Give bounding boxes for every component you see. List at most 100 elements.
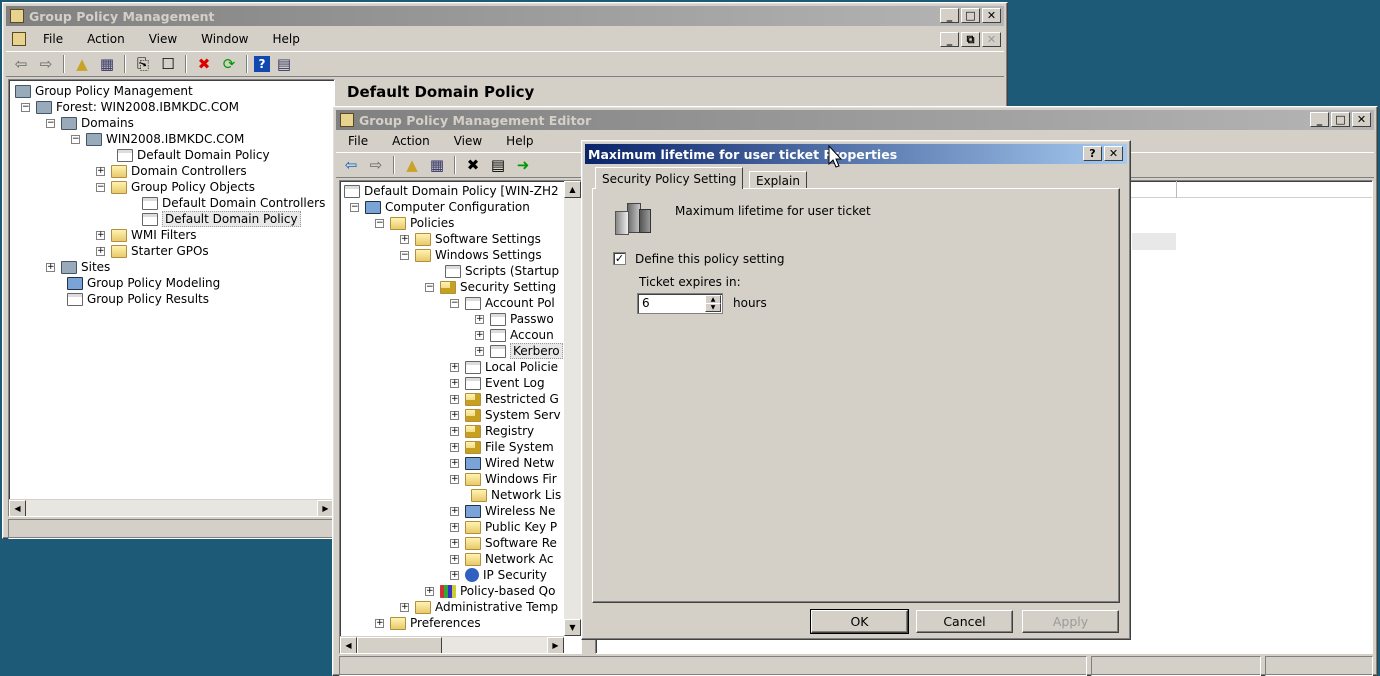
tab-security-policy-setting[interactable]: Security Policy Setting bbox=[595, 167, 744, 189]
show-tree-icon[interactable]: ▦ bbox=[96, 54, 118, 74]
tree-item-default-domain-policy[interactable]: Default Domain Policy bbox=[142, 211, 301, 227]
editor-menu-help[interactable]: Help bbox=[494, 134, 545, 148]
collapse-icon[interactable]: − bbox=[350, 202, 359, 212]
tree-item-network-list[interactable]: Network Lis bbox=[471, 487, 561, 503]
scroll-left-button[interactable]: ◀ bbox=[340, 637, 357, 653]
tree-item-computer-config[interactable]: − Computer Configuration bbox=[350, 199, 530, 215]
expand-icon[interactable]: + bbox=[400, 234, 409, 244]
tree-item-ip-security[interactable]: + IP Security bbox=[450, 567, 547, 583]
tree-item-account-lockout[interactable]: + Accoun bbox=[475, 327, 554, 343]
menu-help[interactable]: Help bbox=[261, 32, 312, 46]
tree-item-qos[interactable]: + Policy-based Qo bbox=[425, 583, 555, 599]
tree-item-software-restriction[interactable]: + Software Re bbox=[450, 535, 557, 551]
minimize-button[interactable]: _ bbox=[940, 8, 959, 23]
expand-icon[interactable]: + bbox=[450, 506, 459, 516]
expand-icon[interactable]: + bbox=[475, 346, 484, 356]
expand-icon[interactable]: + bbox=[450, 442, 459, 452]
tree-item-file-system[interactable]: + File System bbox=[450, 439, 554, 455]
tree-item-event-log[interactable]: + Event Log bbox=[450, 375, 545, 391]
expand-icon[interactable]: + bbox=[96, 166, 105, 176]
collapse-icon[interactable]: − bbox=[71, 134, 80, 144]
scroll-up-button[interactable]: ▲ bbox=[564, 181, 581, 198]
tree-item-software-settings[interactable]: + Software Settings bbox=[400, 231, 541, 247]
expand-icon[interactable]: + bbox=[450, 458, 459, 468]
expand-icon[interactable]: + bbox=[96, 246, 105, 256]
gpm-menu-icon[interactable] bbox=[12, 32, 26, 46]
expand-icon[interactable]: + bbox=[450, 362, 459, 372]
forward-icon[interactable]: ⇨ bbox=[365, 155, 387, 175]
tree-item-gpm-root[interactable]: Group Policy Management bbox=[15, 83, 193, 99]
tree-item-default-dc-policy[interactable]: Default Domain Controllers bbox=[142, 195, 325, 211]
column-header[interactable] bbox=[1126, 181, 1372, 198]
ticket-expires-stepper[interactable]: 6 ▲ ▼ bbox=[637, 293, 723, 314]
scroll-thumb[interactable] bbox=[357, 637, 442, 653]
expand-icon[interactable]: + bbox=[450, 474, 459, 484]
tree-item-starter-gpos[interactable]: + Starter GPOs bbox=[96, 243, 209, 259]
gpm-tree-hscroll[interactable]: ◀ ▶ bbox=[9, 499, 334, 516]
expand-icon[interactable]: + bbox=[450, 538, 459, 548]
spin-down-button[interactable]: ▼ bbox=[705, 303, 721, 312]
scroll-left-button[interactable]: ◀ bbox=[9, 500, 26, 516]
expand-icon[interactable]: + bbox=[375, 618, 384, 628]
tree-item-wireless-network[interactable]: + Wireless Ne bbox=[450, 503, 555, 519]
expand-icon[interactable]: + bbox=[425, 586, 434, 596]
child-minimize-button[interactable]: _ bbox=[940, 32, 959, 47]
expand-icon[interactable]: + bbox=[450, 570, 459, 580]
dialog-help-button[interactable]: ? bbox=[1083, 146, 1102, 161]
editor-close-button[interactable]: ✕ bbox=[1352, 112, 1371, 127]
tree-item-gp-modeling[interactable]: Group Policy Modeling bbox=[67, 275, 220, 291]
tree-item-security-settings[interactable]: − Security Setting bbox=[425, 279, 556, 295]
tree-item-domain[interactable]: − WIN2008.IBMKDC.COM bbox=[71, 131, 244, 147]
editor-titlebar[interactable]: Group Policy Management Editor bbox=[336, 110, 1374, 130]
tree-item-domain-controllers[interactable]: + Domain Controllers bbox=[96, 163, 247, 179]
menu-view[interactable]: View bbox=[137, 32, 189, 46]
tree-item-account-policies[interactable]: − Account Pol bbox=[450, 295, 555, 311]
refresh-icon[interactable]: ⟳ bbox=[218, 54, 240, 74]
export-icon[interactable]: ➜ bbox=[512, 155, 534, 175]
expand-icon[interactable]: + bbox=[450, 410, 459, 420]
child-restore-button[interactable]: ⧉ bbox=[961, 32, 980, 47]
expand-icon[interactable]: + bbox=[475, 314, 484, 324]
expand-icon[interactable]: + bbox=[450, 554, 459, 564]
editor-tree-vscroll[interactable]: ▲ ▼ bbox=[564, 181, 581, 636]
maximize-button[interactable]: □ bbox=[961, 8, 980, 23]
dialog-close-button[interactable]: ✕ bbox=[1104, 146, 1123, 161]
expand-icon[interactable]: + bbox=[450, 426, 459, 436]
properties-icon[interactable]: ▤ bbox=[273, 54, 295, 74]
tree-item-wmi-filters[interactable]: + WMI Filters bbox=[96, 227, 197, 243]
delete-icon[interactable]: ✖ bbox=[193, 54, 215, 74]
delete-icon[interactable]: ✖ bbox=[462, 155, 484, 175]
tree-item-domains[interactable]: − Domains bbox=[46, 115, 134, 131]
selected-row[interactable] bbox=[1132, 233, 1176, 250]
expand-icon[interactable]: + bbox=[450, 522, 459, 532]
scroll-down-button[interactable]: ▼ bbox=[564, 619, 581, 636]
tab-explain[interactable]: Explain bbox=[749, 171, 807, 189]
menu-window[interactable]: Window bbox=[189, 32, 260, 46]
define-policy-checkbox[interactable]: ✓ bbox=[613, 252, 626, 265]
close-button[interactable]: ✕ bbox=[982, 8, 1001, 23]
tree-item-forest[interactable]: − Forest: WIN2008.IBMKDC.COM bbox=[21, 99, 239, 115]
paste-icon[interactable]: ☐ bbox=[157, 54, 179, 74]
cancel-button[interactable]: Cancel bbox=[916, 610, 1013, 633]
copy-icon[interactable]: ⎘ bbox=[132, 54, 154, 74]
menu-file[interactable]: File bbox=[31, 32, 75, 46]
tree-item-windows-settings[interactable]: − Windows Settings bbox=[400, 247, 542, 263]
child-close-button[interactable]: ✕ bbox=[982, 32, 1001, 47]
editor-menu-file[interactable]: File bbox=[336, 134, 380, 148]
tree-item-public-key[interactable]: + Public Key P bbox=[450, 519, 557, 535]
tree-item-sites[interactable]: + Sites bbox=[46, 259, 110, 275]
menu-action[interactable]: Action bbox=[75, 32, 137, 46]
collapse-icon[interactable]: − bbox=[96, 182, 105, 192]
tree-item-kerberos-policy[interactable]: + Kerbero bbox=[475, 343, 563, 359]
tree-item-registry[interactable]: + Registry bbox=[450, 423, 534, 439]
column-divider[interactable] bbox=[1176, 181, 1177, 198]
editor-menu-view[interactable]: View bbox=[442, 134, 494, 148]
tree-item-scripts[interactable]: Scripts (Startup bbox=[445, 263, 559, 279]
help-icon[interactable]: ? bbox=[254, 56, 270, 72]
dialog-titlebar[interactable]: Maximum lifetime for user ticket Propert… bbox=[585, 144, 1127, 164]
tree-item-admin-templates[interactable]: + Administrative Temp bbox=[400, 599, 558, 615]
tree-item-system-services[interactable]: + System Serv bbox=[450, 407, 561, 423]
tree-item-local-policies[interactable]: + Local Policie bbox=[450, 359, 558, 375]
collapse-icon[interactable]: − bbox=[375, 218, 384, 228]
tree-item-policies[interactable]: − Policies bbox=[375, 215, 454, 231]
